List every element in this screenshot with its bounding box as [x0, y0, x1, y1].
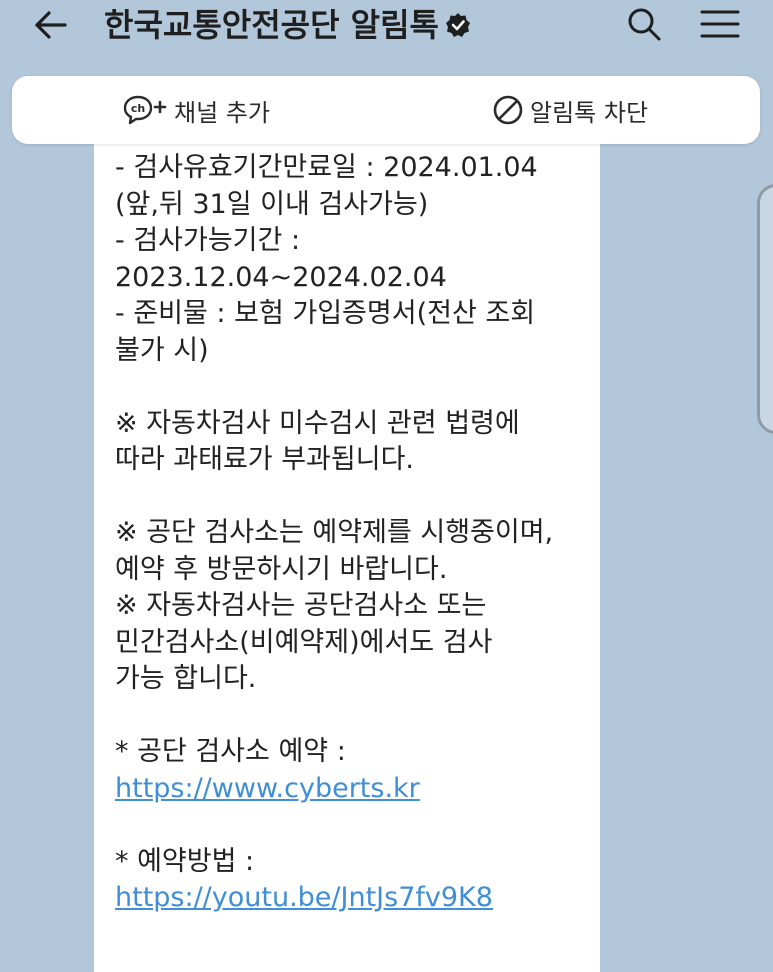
message-body: - 검사유효기간만료일 : 2024.01.04 (앞,뒤 31일 이내 검사가… [115, 150, 595, 917]
message-line: * 공단 검사소 예약 : [115, 736, 346, 767]
message-line: 가능 합니다. [115, 663, 257, 694]
message-line: - 준비물 : 보험 가입증명서(전산 조회 [115, 298, 536, 329]
message-line-link: https://www.cyberts.kr [115, 771, 595, 808]
message-line-link: https://youtu.be/JntJs7fv9K8 [115, 880, 595, 917]
message-line: ※ 공단 검사소는 예약제를 시행중이며, [115, 517, 554, 548]
back-arrow-icon [35, 11, 67, 39]
top-bar: 한국교통안전공단 알림톡 [0, 0, 773, 52]
message-line: 민간검사소(비예약제)에서도 검사 [115, 626, 493, 658]
message-line: 불가 시) [115, 334, 209, 366]
verified-badge-icon [445, 12, 471, 38]
chat-title-text: 한국교통안전공단 알림톡 [104, 6, 439, 44]
back-button[interactable] [28, 6, 72, 44]
method-video-link[interactable]: https://youtu.be/JntJs7fv9K8 [115, 882, 493, 913]
add-channel-label: 채널 추가 [174, 98, 270, 127]
block-icon [492, 94, 524, 126]
reservation-link[interactable]: https://www.cyberts.kr [115, 773, 420, 804]
message-line: 예약 후 방문하시기 바랍니다. [115, 553, 448, 585]
message-line: 2023.12.04~2024.02.04 [115, 261, 447, 293]
message-line: - 검사가능기간 : [115, 225, 301, 256]
svg-text:ch: ch [131, 102, 145, 115]
channel-action-bar: ch 채널 추가 알림톡 차단 [12, 76, 760, 144]
menu-button[interactable] [694, 4, 746, 44]
message-line: ※ 자동차검사는 공단검사소 또는 [115, 590, 487, 621]
message-line: 따라 과태료가 부과됩니다. [115, 444, 414, 475]
channel-add-icon: ch [122, 94, 168, 126]
block-notification-button[interactable]: 알림톡 차단 [492, 76, 648, 144]
side-panel-handle[interactable] [757, 184, 773, 434]
search-button[interactable] [622, 4, 666, 44]
message-line: ※ 자동차검사 미수검시 관련 법령에 [115, 407, 520, 439]
add-channel-button[interactable]: ch 채널 추가 [122, 76, 270, 144]
message-line: - 검사유효기간만료일 : 2024.01.04 [115, 152, 538, 183]
block-notification-label: 알림톡 차단 [530, 98, 649, 127]
chat-title: 한국교통안전공단 알림톡 [104, 3, 471, 47]
search-icon [628, 8, 661, 41]
menu-icon [700, 10, 740, 38]
reservation-method-label: * 예약방법 : [115, 845, 255, 877]
message-line: (앞,뒤 31일 이내 검사가능) [115, 188, 429, 220]
